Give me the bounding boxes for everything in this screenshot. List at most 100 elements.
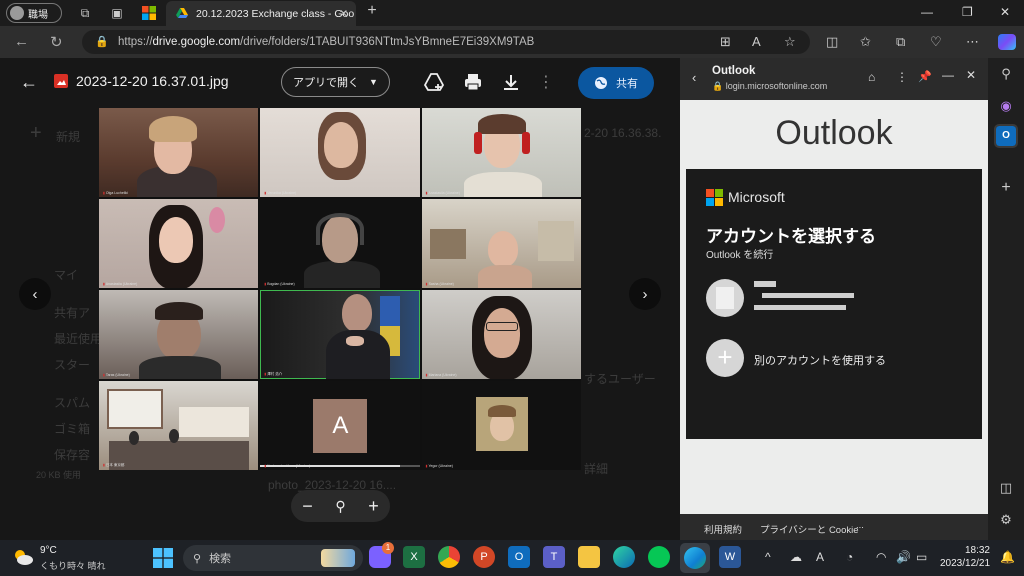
address-bar-row: ← ↻ 🔒 https:// drive.google.com /drive/f…: [0, 26, 1024, 58]
participant-tile: Taras (Ukraine): [99, 290, 259, 379]
more-options-icon[interactable]: ⋮: [538, 72, 558, 92]
footer-more-link[interactable]: ...: [856, 520, 864, 531]
notification-bell-icon[interactable]: 🔔: [1000, 550, 1015, 564]
tab-actions-icon[interactable]: ▣: [110, 6, 124, 20]
restore-icon[interactable]: ❐: [962, 5, 973, 19]
participant-name: Anastasiia (Ukraine): [426, 191, 460, 195]
favorite-star-icon[interactable]: ☆: [784, 34, 796, 50]
close-window-icon[interactable]: ✕: [1000, 5, 1010, 19]
ime-icon[interactable]: A: [816, 550, 824, 564]
participant-name: Bogdan (Ukraine): [264, 282, 294, 286]
pane-footer: 利用規約 プライバシーと Cookie ...: [680, 514, 988, 540]
teams-icon[interactable]: T: [543, 546, 565, 568]
new-tab-icon[interactable]: +: [365, 3, 379, 19]
zoom-icon[interactable]: ⚲: [335, 498, 345, 515]
read-aloud-icon[interactable]: A: [752, 34, 761, 49]
add-app-icon[interactable]: +: [996, 178, 1016, 198]
powerpoint-icon[interactable]: P: [473, 546, 495, 568]
ghost-right-details: 詳細: [584, 462, 609, 476]
settings-gear-icon[interactable]: ⚙: [996, 510, 1016, 530]
more-menu-icon[interactable]: ⋯: [966, 34, 979, 50]
site-info-icon[interactable]: 🔒: [95, 35, 109, 48]
browser-essentials-icon[interactable]: ♡: [930, 34, 942, 50]
line-icon[interactable]: [648, 546, 670, 568]
photo-preview: Olga Lucheliki Veronika (Ukraine) Anasta…: [99, 108, 581, 470]
profile-avatar: [10, 6, 24, 20]
previous-image-button[interactable]: ‹: [19, 278, 51, 310]
start-button-icon[interactable]: [153, 548, 173, 573]
copilot-rail-icon[interactable]: ◉: [996, 96, 1016, 116]
participant-tile: 日本 東京都: [99, 381, 259, 470]
lock-icon: 🔒: [712, 81, 726, 91]
wifi-icon[interactable]: ◠: [876, 550, 886, 564]
meet-now-icon[interactable]: ◔: [846, 550, 853, 564]
pin-icon[interactable]: 📌: [918, 70, 932, 83]
close-pane-icon[interactable]: ✕: [966, 68, 976, 82]
sidebar-toggle-icon[interactable]: ◫: [996, 478, 1016, 498]
ghost-right-filename: 2-20 16.36.38.: [584, 126, 662, 140]
search-label: 検索: [209, 553, 232, 565]
tab-drive[interactable]: 20.12.2023 Exchange class - Goo ✕: [166, 1, 356, 26]
taskbar-search[interactable]: ⚲ 検索: [183, 545, 363, 571]
participant-tile: Veronika (Ukraine): [260, 108, 420, 197]
app-available-icon[interactable]: ⊞: [720, 34, 731, 50]
weather-cloud-sun-icon[interactable]: [12, 547, 34, 567]
account-email-redacted: [762, 293, 854, 298]
edge-active-bg[interactable]: [680, 543, 710, 573]
more-icon[interactable]: ⋮: [896, 70, 908, 84]
edge-dev-icon[interactable]: [613, 546, 635, 568]
new-button-label: 新規: [56, 130, 81, 144]
url-field[interactable]: 🔒 https:// drive.google.com /drive/folde…: [82, 30, 810, 54]
add-to-drive-icon[interactable]: [423, 72, 445, 92]
clock[interactable]: 18:32 2023/12/21: [940, 544, 990, 570]
weather-temp[interactable]: 9°C: [40, 545, 57, 556]
home-icon[interactable]: ⌂: [868, 70, 875, 84]
windows-apps-icon[interactable]: [142, 6, 156, 20]
url-prefix: https://: [118, 36, 153, 48]
weather-desc[interactable]: くもり時々 晴れ: [40, 559, 106, 572]
profile-label: 職場: [28, 9, 48, 21]
profile-photo: [475, 397, 528, 451]
account-picker-card: Microsoft アカウントを選択する Outlook を続行 + 別のアカウ…: [686, 169, 982, 439]
edge-icon: [684, 547, 706, 569]
excel-icon[interactable]: X: [403, 546, 425, 568]
collections-icon[interactable]: ⧉: [896, 34, 905, 50]
outlook-icon[interactable]: O: [508, 546, 530, 568]
minimize-pane-icon[interactable]: —: [942, 68, 954, 82]
profile-button[interactable]: 職場: [6, 3, 62, 23]
volume-icon[interactable]: 🔊: [896, 550, 911, 564]
print-icon[interactable]: [463, 72, 483, 92]
word-icon[interactable]: W: [719, 546, 741, 568]
search-icon[interactable]: ⚲: [996, 64, 1016, 84]
file-explorer-icon[interactable]: [578, 546, 600, 568]
back-icon[interactable]: ‹: [692, 70, 696, 85]
participant-name: Taras (Ukraine): [103, 373, 130, 377]
participant-name: Anastasiia (Ukraine): [103, 282, 138, 286]
open-with-button[interactable]: アプリで開く ▼: [281, 67, 390, 97]
back-icon[interactable]: ←: [14, 33, 29, 50]
back-arrow-icon[interactable]: ←: [20, 72, 38, 93]
close-tab-icon[interactable]: ✕: [339, 8, 348, 20]
show-hidden-icons-chevron-icon[interactable]: ^: [765, 550, 771, 564]
download-icon[interactable]: [501, 72, 521, 92]
privacy-link[interactable]: プライバシーと Cookie: [760, 522, 859, 536]
minimize-icon[interactable]: —: [921, 5, 933, 19]
url-host: drive.google.com: [152, 36, 241, 48]
next-image-button[interactable]: ›: [629, 278, 661, 310]
onedrive-icon[interactable]: ☁: [790, 550, 802, 564]
workspaces-icon[interactable]: ⧉: [78, 6, 92, 20]
participant-name: Veronika (Ukraine): [264, 191, 296, 195]
refresh-icon[interactable]: ↻: [50, 33, 63, 51]
account-status-redacted: [754, 305, 846, 310]
share-button[interactable]: 共有: [578, 67, 654, 99]
zoom-out-icon[interactable]: −: [302, 496, 313, 517]
pane-url-text: login.microsoftonline.com: [725, 81, 828, 91]
battery-icon[interactable]: ▭: [916, 550, 927, 564]
terms-link[interactable]: 利用規約: [704, 522, 742, 536]
chrome-icon[interactable]: [438, 546, 460, 568]
split-screen-icon[interactable]: ◫: [826, 34, 838, 50]
copilot-icon[interactable]: [998, 34, 1016, 50]
favorites-icon[interactable]: ✩: [860, 34, 871, 50]
outlook-rail-icon[interactable]: O: [994, 124, 1018, 148]
zoom-in-icon[interactable]: +: [368, 496, 379, 517]
